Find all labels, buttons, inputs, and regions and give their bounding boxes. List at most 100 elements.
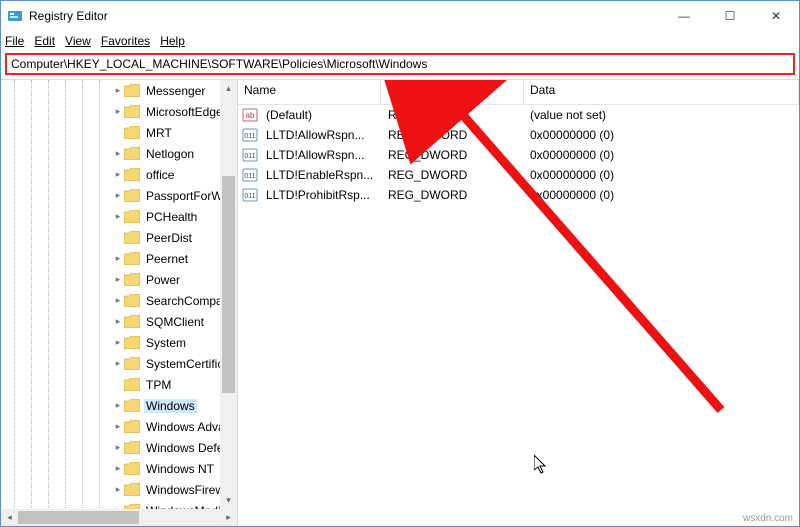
tree-scrollbar-vertical[interactable]: ▴ ▾ <box>220 80 237 509</box>
tree-item-label: office <box>144 168 176 182</box>
regedit-icon <box>7 8 23 24</box>
menu-file[interactable]: File <box>5 34 24 48</box>
tree-item-messenger[interactable]: ▸Messenger <box>1 80 237 101</box>
folder-icon <box>124 315 140 328</box>
tree-item-windowsfirewa[interactable]: ▸WindowsFirewa <box>1 479 237 500</box>
content-body: ▸Messenger▸MicrosoftEdgeMRT▸Netlogon▸off… <box>1 80 799 526</box>
value-row[interactable]: 011LLTD!ProhibitRsp...REG_DWORD0x0000000… <box>238 185 799 205</box>
tree-item-tpm[interactable]: TPM <box>1 374 237 395</box>
tree-item-label: SearchCompan <box>144 294 231 308</box>
tree-item-power[interactable]: ▸Power <box>1 269 237 290</box>
column-data[interactable]: Data <box>524 80 799 104</box>
tree-item-sqmclient[interactable]: ▸SQMClient <box>1 311 237 332</box>
value-type: REG_DWORD <box>382 168 524 182</box>
scroll-thumb[interactable] <box>18 511 139 524</box>
chevron-right-icon[interactable]: ▸ <box>112 106 124 117</box>
maximize-button[interactable]: ☐ <box>707 1 753 31</box>
svg-text:011: 011 <box>244 153 255 160</box>
scroll-track[interactable] <box>18 509 220 526</box>
scroll-left-icon[interactable]: ◂ <box>1 509 18 526</box>
scroll-thumb[interactable] <box>222 176 235 393</box>
menu-edit[interactable]: Edit <box>34 34 55 48</box>
chevron-right-icon[interactable]: ▸ <box>112 484 124 495</box>
tree-item-netlogon[interactable]: ▸Netlogon <box>1 143 237 164</box>
value-type: REG_DWORD <box>382 128 524 142</box>
values-pane[interactable]: Name Type Data ab(Default)REG_SZ(value n… <box>238 80 799 526</box>
folder-icon <box>124 441 140 454</box>
titlebar[interactable]: Registry Editor — ☐ ✕ <box>1 1 799 31</box>
chevron-right-icon[interactable]: ▸ <box>112 85 124 96</box>
tree-item-label: PCHealth <box>144 210 199 224</box>
chevron-right-icon[interactable]: ▸ <box>112 316 124 327</box>
menu-favorites[interactable]: Favorites <box>101 34 150 48</box>
chevron-right-icon[interactable]: ▸ <box>112 253 124 264</box>
tree-item-mrt[interactable]: MRT <box>1 122 237 143</box>
tree-item-windows-defe[interactable]: ▸Windows Defe <box>1 437 237 458</box>
value-row[interactable]: ab(Default)REG_SZ(value not set) <box>238 105 799 125</box>
tree-item-system[interactable]: ▸System <box>1 332 237 353</box>
close-button[interactable]: ✕ <box>753 1 799 31</box>
tree-item-searchcompan[interactable]: ▸ SearchCompan <box>1 290 237 311</box>
value-data: 0x00000000 (0) <box>524 168 799 182</box>
value-data: 0x00000000 (0) <box>524 128 799 142</box>
value-row[interactable]: 011LLTD!AllowRspn...REG_DWORD0x00000000 … <box>238 145 799 165</box>
svg-text:011: 011 <box>244 173 255 180</box>
value-type: REG_DWORD <box>382 148 524 162</box>
folder-icon <box>124 273 140 286</box>
menu-view[interactable]: View <box>65 34 91 48</box>
menu-help[interactable]: Help <box>160 34 185 48</box>
tree-item-pchealth[interactable]: ▸ PCHealth <box>1 206 237 227</box>
folder-icon <box>124 357 140 370</box>
folder-icon <box>124 252 140 265</box>
column-headers: Name Type Data <box>238 80 799 105</box>
tree-item-label: TPM <box>144 378 173 392</box>
tree-item-office[interactable]: ▸ office <box>1 164 237 185</box>
window-controls: — ☐ ✕ <box>661 1 799 31</box>
chevron-right-icon[interactable]: ▸ <box>112 400 124 411</box>
tree-item-systemcertifica[interactable]: ▸SystemCertifica <box>1 353 237 374</box>
value-type: REG_SZ <box>382 108 524 122</box>
tree-item-windows[interactable]: ▸Windows <box>1 395 237 416</box>
folder-icon <box>124 420 140 433</box>
chevron-right-icon[interactable]: ▸ <box>112 274 124 285</box>
chevron-right-icon[interactable]: ▸ <box>112 190 124 201</box>
scroll-down-icon[interactable]: ▾ <box>220 492 237 509</box>
tree-item-peernet[interactable]: ▸ Peernet <box>1 248 237 269</box>
value-row[interactable]: 011LLTD!AllowRspn...REG_DWORD0x00000000 … <box>238 125 799 145</box>
chevron-right-icon[interactable]: ▸ <box>112 148 124 159</box>
value-row[interactable]: 011LLTD!EnableRspn...REG_DWORD0x00000000… <box>238 165 799 185</box>
tree-item-passportforwo[interactable]: ▸PassportForWo <box>1 185 237 206</box>
scroll-up-icon[interactable]: ▴ <box>220 80 237 97</box>
value-name: (Default) <box>260 108 382 122</box>
folder-icon <box>124 84 140 97</box>
chevron-right-icon[interactable]: ▸ <box>112 421 124 432</box>
value-data: 0x00000000 (0) <box>524 188 799 202</box>
scroll-right-icon[interactable]: ▸ <box>220 509 237 526</box>
chevron-right-icon[interactable]: ▸ <box>112 358 124 369</box>
value-name: LLTD!AllowRspn... <box>260 148 382 162</box>
chevron-right-icon[interactable]: ▸ <box>112 442 124 453</box>
tree-pane[interactable]: ▸Messenger▸MicrosoftEdgeMRT▸Netlogon▸off… <box>1 80 238 526</box>
tree-item-peerdist[interactable]: PeerDist <box>1 227 237 248</box>
minimize-button[interactable]: — <box>661 1 707 31</box>
chevron-right-icon[interactable]: ▸ <box>112 463 124 474</box>
chevron-right-icon[interactable]: ▸ <box>112 337 124 348</box>
tree-scrollbar-horizontal[interactable]: ◂ ▸ <box>1 509 237 526</box>
folder-icon <box>124 294 140 307</box>
column-type[interactable]: Type <box>381 80 524 104</box>
folder-icon <box>124 462 140 475</box>
chevron-right-icon[interactable]: ▸ <box>112 169 124 180</box>
column-name[interactable]: Name <box>238 80 381 104</box>
folder-icon <box>124 399 140 412</box>
addressbar[interactable]: Computer\HKEY_LOCAL_MACHINE\SOFTWARE\Pol… <box>5 53 795 75</box>
tree-item-label: Peernet <box>144 252 190 266</box>
tree-item-windows-nt[interactable]: ▸Windows NT <box>1 458 237 479</box>
addressbar-container: Computer\HKEY_LOCAL_MACHINE\SOFTWARE\Pol… <box>1 51 799 77</box>
chevron-right-icon[interactable]: ▸ <box>112 211 124 222</box>
chevron-right-icon[interactable]: ▸ <box>112 295 124 306</box>
tree-item-windows-adva[interactable]: ▸Windows Adva <box>1 416 237 437</box>
tree-item-microsoftedge[interactable]: ▸MicrosoftEdge <box>1 101 237 122</box>
scroll-track[interactable] <box>220 97 237 492</box>
value-type: REG_DWORD <box>382 188 524 202</box>
folder-icon <box>124 231 140 244</box>
